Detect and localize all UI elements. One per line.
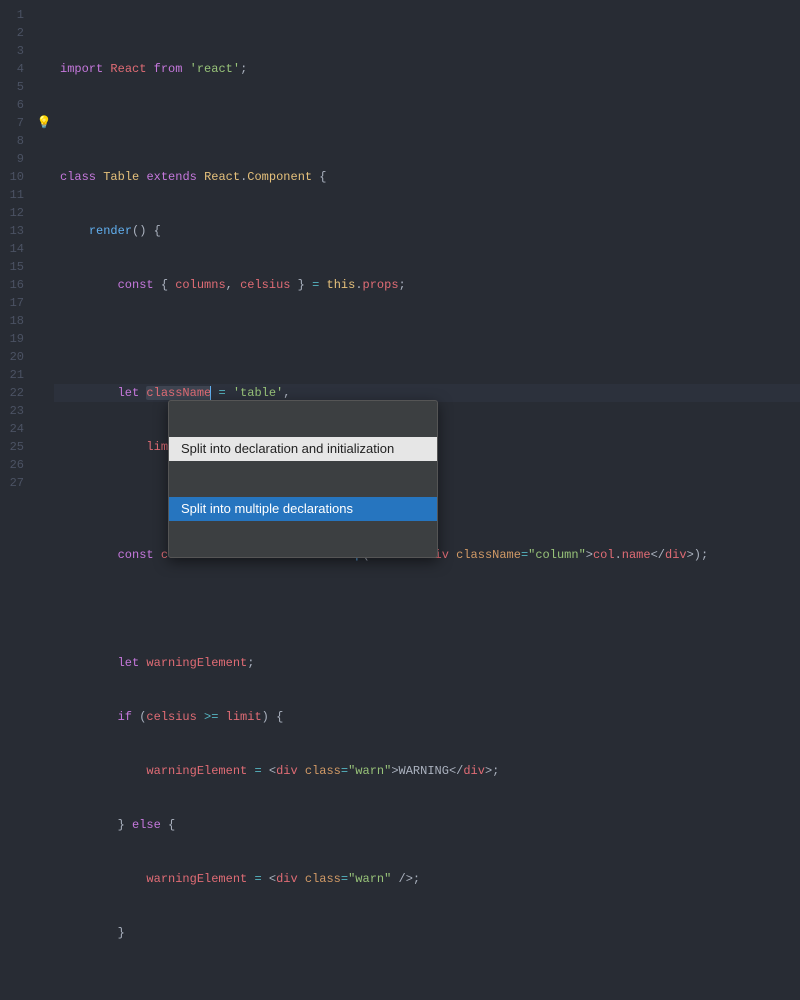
code-line[interactable]: render() { [54,222,800,240]
code-line[interactable]: import React from 'react'; [54,60,800,78]
code-line[interactable]: class Table extends React.Component { [54,168,800,186]
menu-item[interactable]: Split into declaration and initializatio… [169,437,437,461]
line-number: 17 [0,294,34,312]
selected-identifier[interactable]: className [146,386,211,400]
line-number: 18 [0,312,34,330]
line-number: 7 [0,114,34,132]
line-number: 22 [0,384,34,402]
line-number: 1 [0,6,34,24]
code-line[interactable]: const { columns, celsius } = this.props; [54,276,800,294]
code-line[interactable]: } else { [54,816,800,834]
line-number: 21 [0,366,34,384]
code-line[interactable] [54,600,800,618]
intention-menu[interactable]: Split into declaration and initializatio… [168,400,438,558]
line-number: 11 [0,186,34,204]
icon-gutter: 💡 [34,0,54,500]
line-number: 3 [0,42,34,60]
line-number: 15 [0,258,34,276]
line-number: 2 [0,24,34,42]
code-line[interactable]: warningElement = <div class="warn" />; [54,870,800,888]
code-line[interactable]: warningElement = <div class="warn">WARNI… [54,762,800,780]
line-number: 6 [0,96,34,114]
text-cursor [210,386,211,400]
line-number: 12 [0,204,34,222]
line-number: 5 [0,78,34,96]
line-number-gutter: 1234567891011121314151617181920212223242… [0,0,34,500]
line-number: 16 [0,276,34,294]
code-line[interactable] [54,114,800,132]
line-number: 14 [0,240,34,258]
line-number: 10 [0,168,34,186]
code-line[interactable] [54,330,800,348]
line-number: 9 [0,150,34,168]
line-number: 27 [0,474,34,492]
code-editor[interactable]: 1234567891011121314151617181920212223242… [0,0,800,500]
code-line[interactable]: } [54,924,800,942]
code-area[interactable]: import React from 'react'; class Table e… [54,0,800,500]
line-number: 19 [0,330,34,348]
line-number: 25 [0,438,34,456]
line-number: 26 [0,456,34,474]
line-number: 8 [0,132,34,150]
menu-item-selected[interactable]: Split into multiple declarations [169,497,437,521]
code-line-current[interactable]: let className = 'table', Split into decl… [54,384,800,402]
lightbulb-icon[interactable]: 💡 [37,114,52,132]
line-number: 20 [0,348,34,366]
code-line[interactable]: let warningElement; [54,654,800,672]
code-line[interactable] [54,978,800,996]
line-number: 23 [0,402,34,420]
line-number: 4 [0,60,34,78]
line-number: 24 [0,420,34,438]
code-line[interactable]: if (celsius >= limit) { [54,708,800,726]
line-number: 13 [0,222,34,240]
